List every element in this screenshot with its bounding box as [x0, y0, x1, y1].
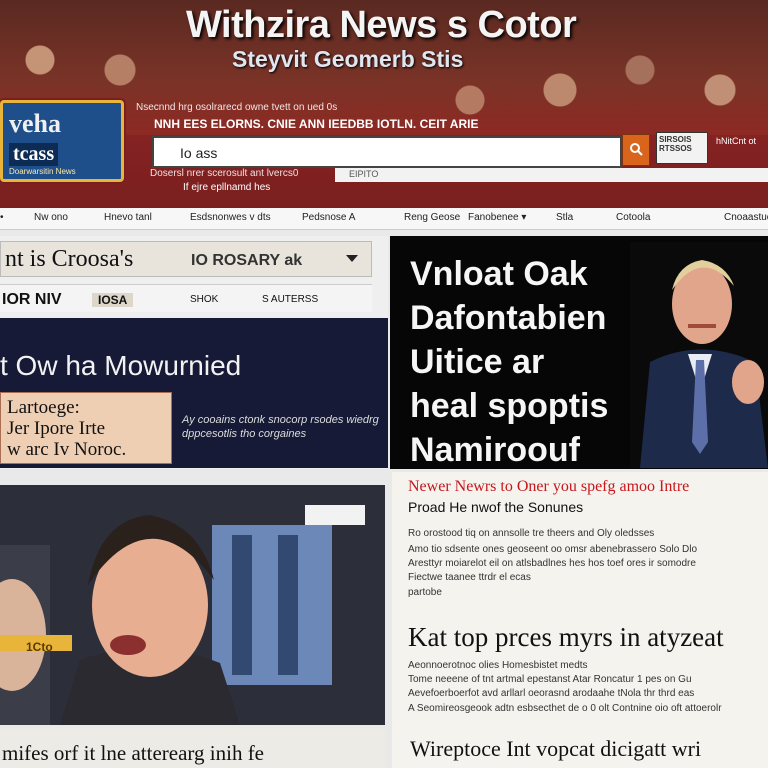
bottom-headline[interactable]: Wireptoce Int vopcat dicigatt wri — [410, 736, 701, 762]
body-line: partobe — [408, 587, 442, 598]
search-icon — [630, 143, 643, 156]
logo-line3: Doarwarsitin News — [9, 167, 76, 176]
tagline-4: If ejre epllnamd hes — [183, 182, 271, 193]
left-top-headline-tail: IO ROSARY ak — [191, 252, 303, 269]
tagline-3: Dosersl nrer scerosult ant lvercs0 — [150, 168, 299, 179]
body-line: A Seomireosgeook adtn esbsecthet de o 0 … — [408, 703, 722, 714]
logo-line1: veha — [9, 109, 61, 138]
site-subtitle: Steyvit Geomerb Stis — [232, 46, 464, 72]
nav-item[interactable]: Nw ono — [34, 212, 68, 223]
nav-item[interactable]: Stla — [556, 212, 573, 223]
logo-line2: tcass — [9, 143, 59, 166]
tagline-2: NNH EES ELORNS. CNIE ANN IEEDBB IOTLN. C… — [154, 117, 479, 131]
body-line: Aresttyr moiarelot eil on atlsbadlnes he… — [408, 558, 696, 569]
nav-item[interactable]: • — [0, 212, 4, 223]
tab-item[interactable]: IOSA — [92, 293, 134, 307]
left-top-headline-bar[interactable]: nt is Croosa's IO ROSARY ak — [0, 241, 372, 277]
red-headline[interactable]: Newer Newrs to Oner you spefg amoo Intre — [408, 478, 689, 496]
search-bar — [152, 136, 622, 168]
politician-photo — [630, 242, 768, 468]
interview-photo — [0, 485, 385, 725]
nav-item[interactable]: Reng Geose — [404, 212, 460, 223]
body-line: Amo tio sdsente ones geoseent oo omsr ab… — [408, 544, 698, 555]
nav-item[interactable]: Hnevo tanl — [104, 212, 152, 223]
tagline-1: Nsecnnd hrg osolrarecd owne tvett on ued… — [136, 102, 338, 113]
headline-line: Uitice ar — [410, 343, 545, 381]
nav-item[interactable]: Fanobenee ▾ — [468, 212, 526, 223]
left-top-headline: nt is Croosa's — [5, 246, 134, 272]
tab-item[interactable]: S AUTERSS — [262, 294, 318, 305]
sub-headline[interactable]: Proad He nwof the Sonunes — [408, 499, 583, 515]
body-line: Aevefoerboerfot avd arllarl oeorasnd aro… — [408, 688, 695, 699]
headline-line: heal spoptis — [410, 387, 609, 425]
headline-line: Vnloat Oak — [410, 255, 588, 293]
bottom-left-headline[interactable]: mifes orf it lne atterearg inih fe — [2, 741, 264, 766]
left-top-tabs: IOR NIV IOSA SHOK S AUTERSS — [0, 284, 372, 312]
header-strip — [335, 168, 768, 182]
main-nav: • Nw ono Hnevo tanl Esdsnonwes v dts Ped… — [0, 208, 768, 230]
search-button[interactable] — [622, 134, 650, 166]
search-input[interactable] — [180, 142, 610, 164]
nav-item[interactable]: Esdsnonwes v dts — [190, 212, 271, 223]
headline-line: Dafontabien — [410, 299, 607, 337]
body-line: Tome neeene of tnt artmal epestanst Atar… — [408, 674, 692, 685]
body-line: Fiectwe taanee ttrdr el ecas — [408, 572, 531, 583]
tab-item[interactable]: IOR NIV — [2, 291, 62, 309]
site-title: Withzira News s Cotor — [186, 4, 577, 46]
big-headline[interactable]: Kat top prces myrs in atyzeat — [408, 622, 724, 653]
news-page: Withzira News s Cotor Steyvit Geomerb St… — [0, 0, 768, 768]
bottom-right-story — [392, 472, 768, 768]
header-badge[interactable]: SIRSOIS RTSSOS — [656, 132, 708, 164]
chevron-down-icon — [346, 255, 358, 262]
caption-badge[interactable]: 1Cto — [26, 640, 53, 654]
nav-item[interactable]: Cnoaastuos — [724, 212, 768, 223]
left-top-dark-headline[interactable]: t Ow ha Mowurnied — [0, 350, 241, 382]
body-line: Aeonnoerotnoc olies Homesbistet medts — [408, 660, 588, 671]
header-strip-text[interactable]: EIPITO — [349, 169, 378, 179]
left-top-inset[interactable]: Lartoege: Jer Ipore Irte w arc Iv Noroc. — [0, 392, 172, 464]
body-line: Ro orostood tiq on annsolle tre theers a… — [408, 528, 655, 539]
site-logo[interactable]: veha tcass Doarwarsitin News — [0, 100, 124, 182]
nav-item[interactable]: Pedsnose A — [302, 212, 355, 223]
left-top-blurb: Ay cooains ctonk snocorp rsodes wiedrg d… — [182, 414, 379, 440]
left-top-inset-text: Lartoege: Jer Ipore Irte w arc Iv Noroc. — [7, 397, 127, 460]
tab-item[interactable]: SHOK — [190, 294, 218, 305]
header-corner-link[interactable]: hNitCnt ot — [716, 136, 756, 146]
nav-item[interactable]: Cotoola — [616, 212, 650, 223]
